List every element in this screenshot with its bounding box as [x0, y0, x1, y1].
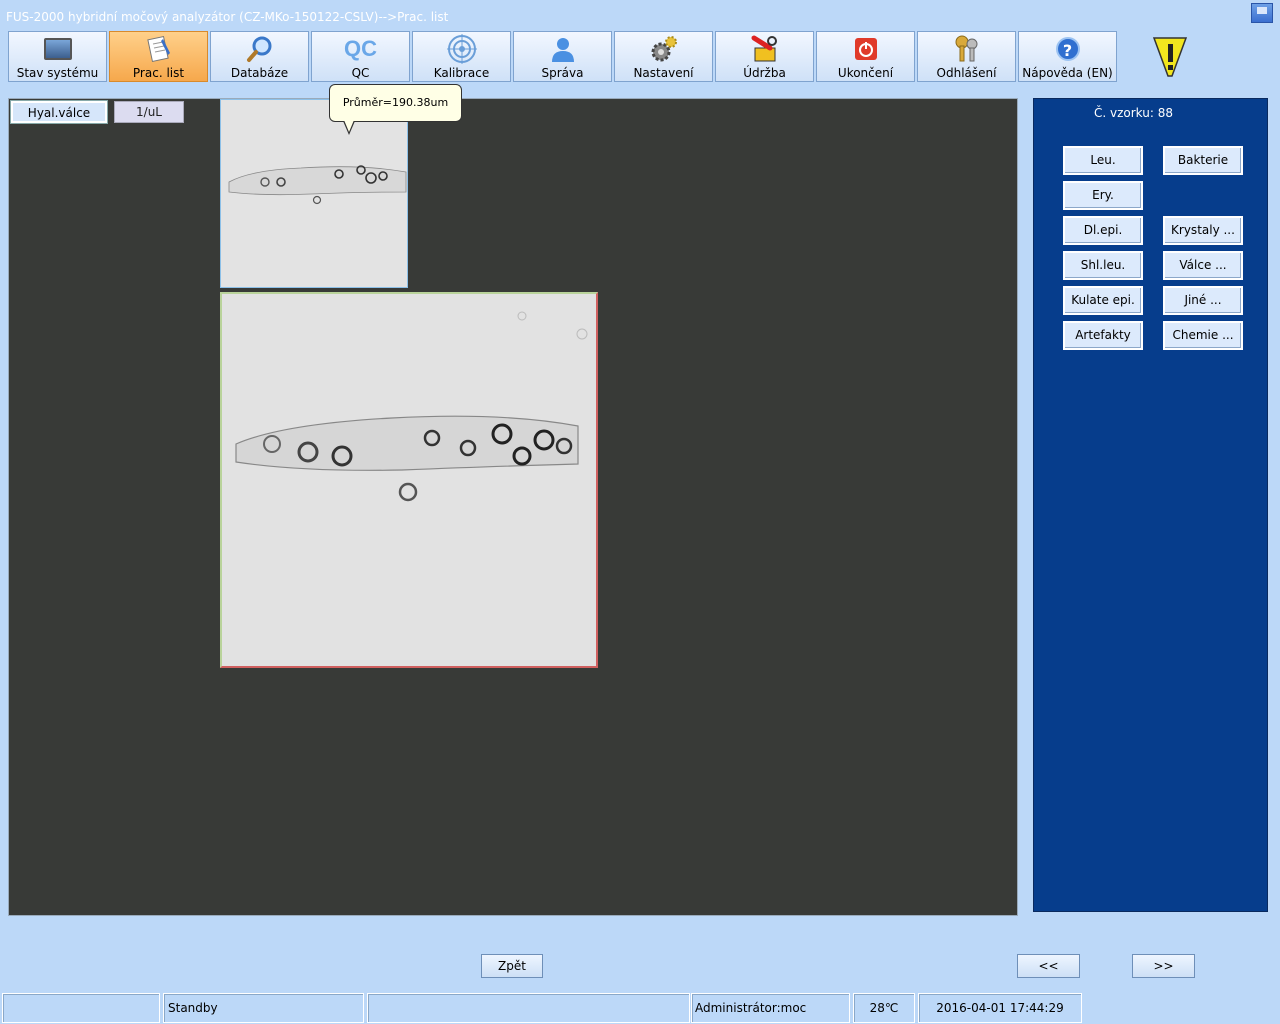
status-temperature: 28℃ [853, 993, 915, 1023]
tab-sprava[interactable]: Správa [513, 31, 612, 82]
tab-odhlaseni[interactable]: Odhlášení [917, 31, 1016, 82]
class-button-ery[interactable]: Ery. [1063, 181, 1143, 210]
tab-label: Stav systému [16, 66, 99, 80]
tab-napoveda[interactable]: ? Nápověda (EN) [1018, 31, 1117, 82]
next-button[interactable]: >> [1132, 954, 1195, 978]
monitor-icon [42, 35, 74, 63]
keys-icon [951, 35, 983, 63]
tab-qc[interactable]: QC QC [311, 31, 410, 82]
tab-label: Nápověda (EN) [1022, 66, 1113, 80]
class-button-kulate-epi[interactable]: Kulate epi. [1063, 286, 1143, 315]
status-state: Standby [163, 993, 364, 1023]
help-icon: ? [1052, 35, 1084, 63]
tab-label: Správa [541, 66, 584, 80]
class-button-jine[interactable]: Jiné ... [1163, 286, 1243, 315]
target-icon [446, 34, 478, 64]
class-button-krystaly[interactable]: Krystaly ... [1163, 216, 1243, 245]
tab-udrzba[interactable]: Údržba [715, 31, 814, 82]
unit-tag-button[interactable]: 1/uL [114, 101, 184, 123]
power-icon [850, 35, 882, 63]
warning-icon[interactable] [1150, 32, 1190, 80]
tab-prac-list[interactable]: Prac. list [109, 31, 208, 82]
class-button-chemie[interactable]: Chemie ... [1163, 321, 1243, 350]
user-icon [547, 35, 579, 63]
cell-thumbnail[interactable] [220, 99, 408, 288]
tab-kalibrace[interactable]: Kalibrace [412, 31, 511, 82]
tab-label: Ukončení [837, 66, 894, 80]
tab-label: Prac. list [132, 66, 185, 80]
tooltip-pointer [343, 120, 355, 135]
status-cell-empty-2 [367, 993, 690, 1023]
sample-number: Č. vzorku: 88 [1094, 106, 1173, 120]
tab-label: Údržba [743, 66, 786, 80]
toolbox-icon [749, 35, 781, 63]
class-button-artefakty[interactable]: Artefakty [1063, 321, 1143, 350]
save-icon[interactable] [1251, 3, 1273, 23]
diameter-tooltip: Průměr=190.38um [329, 84, 462, 122]
main-toolbar: Stav systému Prac. list Databáze QC QC K… [8, 31, 1119, 82]
magnifier-icon [244, 35, 276, 63]
status-cell-empty-1 [2, 993, 160, 1023]
tab-ukonceni[interactable]: Ukončení [816, 31, 915, 82]
class-button-valce[interactable]: Válce ... [1163, 251, 1243, 280]
class-button-dl-epi[interactable]: Dl.epi. [1063, 216, 1143, 245]
tab-stav-systemu[interactable]: Stav systému [8, 31, 107, 82]
tab-databaze[interactable]: Databáze [210, 31, 309, 82]
back-button[interactable]: Zpět [481, 954, 543, 978]
cell-enlarged-image[interactable] [220, 292, 598, 668]
tab-label: QC [351, 66, 370, 80]
class-button-bakterie[interactable]: Bakterie [1163, 146, 1243, 175]
status-user: Administrátor:moc [691, 993, 850, 1023]
tab-label: Nastavení [633, 66, 694, 80]
tab-label: Odhlášení [936, 66, 997, 80]
gears-icon [648, 35, 680, 63]
class-button-shl-leu[interactable]: Shl.leu. [1063, 251, 1143, 280]
tab-nastaveni[interactable]: Nastavení [614, 31, 713, 82]
qc-icon: QC [344, 36, 377, 61]
class-button-leu[interactable]: Leu. [1063, 146, 1143, 175]
status-datetime: 2016-04-01 17:44:29 [918, 993, 1082, 1023]
worklist-icon [143, 35, 175, 63]
tab-label: Kalibrace [433, 66, 490, 80]
window-title: FUS-2000 hybridní močový analyzátor (CZ-… [6, 10, 449, 24]
tab-label: Databáze [230, 66, 289, 80]
class-tag-button[interactable]: Hyal.válce [11, 101, 107, 123]
previous-button[interactable]: << [1017, 954, 1080, 978]
